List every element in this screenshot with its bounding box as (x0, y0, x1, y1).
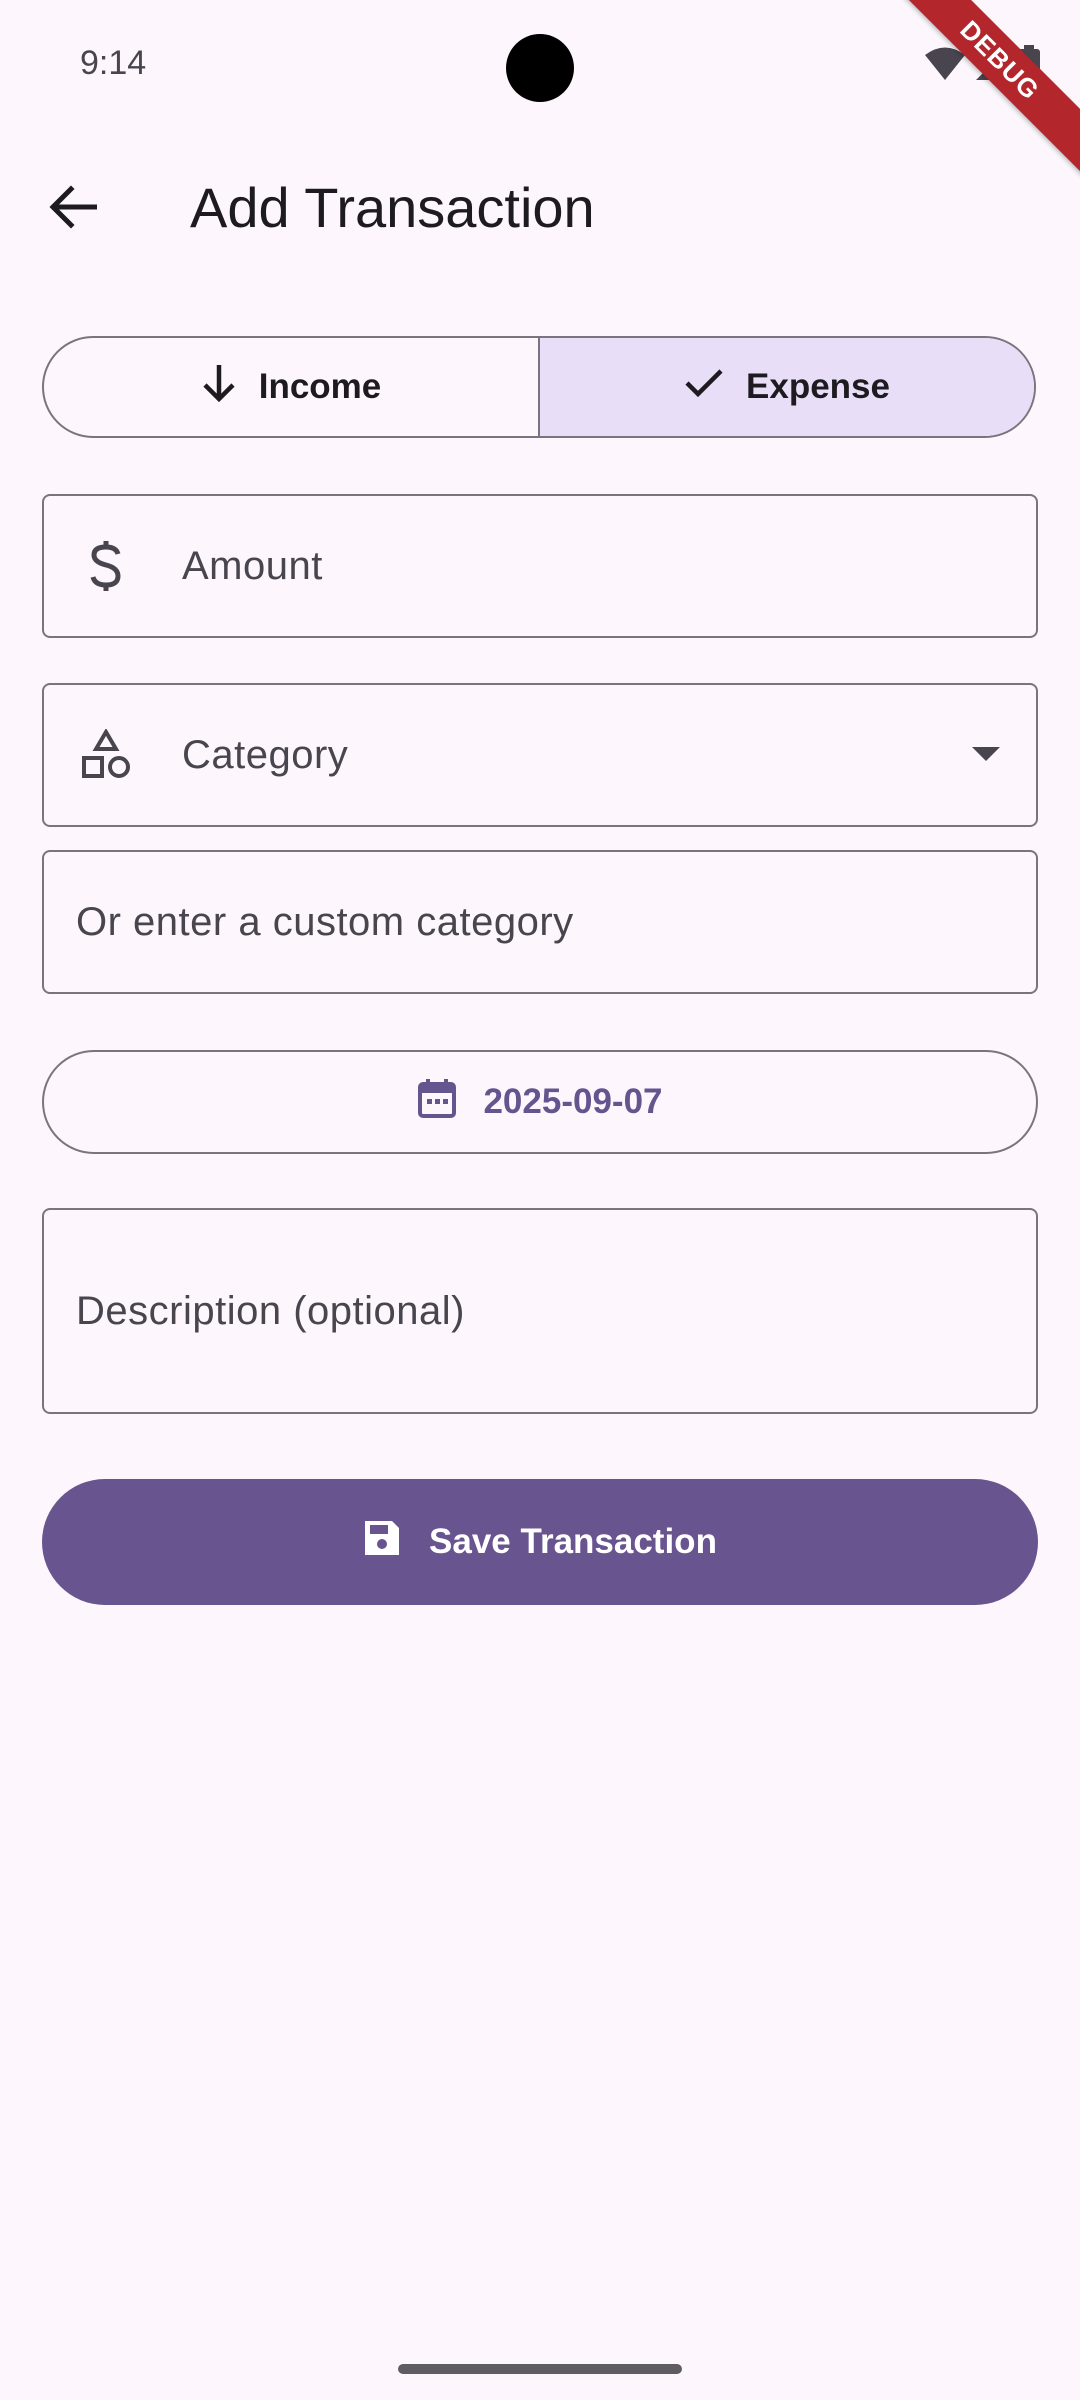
dropdown-arrow-icon (972, 747, 1000, 763)
expense-label: Expense (746, 367, 890, 406)
arrow-down-icon (201, 363, 237, 412)
save-transaction-button[interactable]: Save Transaction (42, 1479, 1038, 1605)
calendar-icon (417, 1077, 457, 1128)
date-value: 2025-09-07 (483, 1082, 663, 1121)
save-icon (363, 1519, 401, 1566)
check-icon (684, 367, 724, 408)
arrow-back-icon (49, 184, 98, 234)
back-button[interactable] (32, 176, 114, 242)
amount-field[interactable]: Amount (42, 494, 1038, 638)
date-picker-button[interactable]: 2025-09-07 (42, 1050, 1038, 1154)
amount-placeholder: Amount (182, 543, 323, 588)
app-bar: Add Transaction (0, 150, 1080, 266)
camera-cutout (506, 34, 574, 102)
add-transaction-screen: 9:14 DEBUG Add Transaction Income Expens… (0, 0, 1080, 2400)
income-label: Income (258, 367, 382, 406)
expense-segment[interactable]: Expense (538, 338, 1034, 436)
status-time: 9:14 (80, 44, 147, 82)
dollar-icon (66, 540, 146, 592)
category-placeholder: Category (182, 732, 349, 777)
transaction-type-toggle: Income Expense (42, 336, 1036, 438)
description-placeholder: Description (optional) (76, 1288, 465, 1333)
description-field[interactable]: Description (optional) (42, 1208, 1038, 1414)
save-label: Save Transaction (429, 1522, 717, 1561)
category-dropdown[interactable]: Category (42, 683, 1038, 827)
custom-category-field[interactable]: Or enter a custom category (42, 850, 1038, 994)
page-title: Add Transaction (190, 176, 595, 239)
category-shapes-icon (66, 729, 146, 781)
income-segment[interactable]: Income (44, 338, 538, 436)
custom-category-placeholder: Or enter a custom category (76, 899, 574, 944)
home-indicator[interactable] (398, 2364, 682, 2374)
